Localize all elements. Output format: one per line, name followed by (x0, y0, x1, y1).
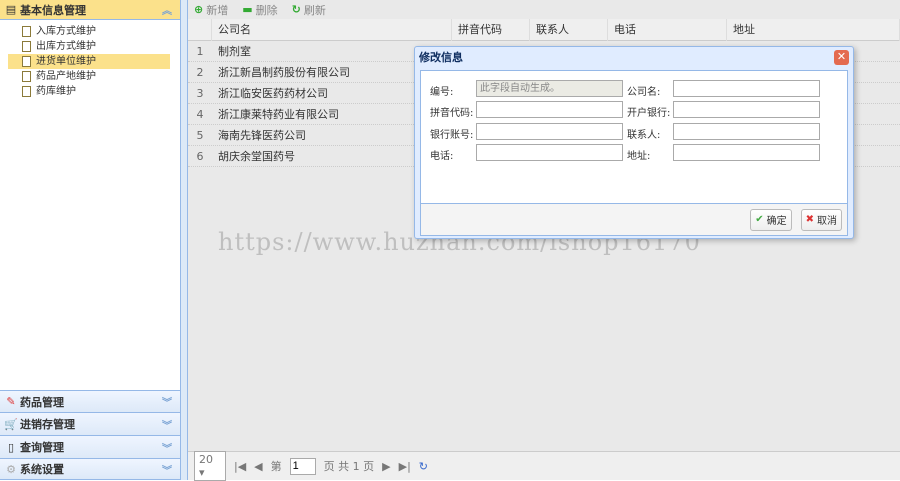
document-icon (22, 71, 31, 82)
folder-icon: ▤ (5, 3, 17, 16)
row-number: 4 (196, 107, 204, 121)
prev-page-button[interactable]: ◀ (254, 460, 262, 473)
company-input[interactable] (673, 80, 820, 97)
col-company[interactable]: 公司名 (212, 18, 452, 41)
accordion-query[interactable]: ▯ 查询管理 ︾ (0, 436, 180, 459)
splitter[interactable] (181, 0, 188, 480)
accordion-drug-management[interactable]: ✎ 药品管理 ︾ (0, 390, 180, 413)
tree-item[interactable]: 出库方式维护 (8, 39, 170, 54)
chevron-up-icon[interactable]: ︽ (162, 2, 172, 17)
grid-header: 公司名 拼音代码 联系人 电话 地址 (188, 18, 900, 41)
cancel-button[interactable]: ✖ 取消 (800, 208, 842, 231)
chevron-down-icon: ︾ (162, 398, 172, 409)
tree-item[interactable]: 入库方式维护 (8, 24, 170, 39)
page-size-select[interactable]: 20 ▾ (194, 451, 226, 481)
tree-item-selected[interactable]: 进货单位维护 (8, 54, 170, 69)
dialog-title-bar: 修改信息 ✕ (415, 47, 853, 69)
pill-icon: ✎ (6, 395, 16, 408)
edit-dialog: 修改信息 ✕ 编号: 此字段自动生成。 公司名: 拼音代码: 开户银行: 银行账号… (414, 46, 854, 239)
gear-icon: ⚙ (6, 462, 16, 476)
refresh-icon: ↻ (291, 3, 301, 16)
account-input[interactable] (476, 123, 623, 140)
row-number: 3 (196, 86, 204, 100)
ok-button[interactable]: ✔ 确定 (750, 208, 792, 231)
col-pinyin[interactable]: 拼音代码 (452, 18, 530, 41)
dialog-footer: ✔ 确定 ✖ 取消 (420, 204, 848, 236)
close-icon[interactable]: ✕ (834, 50, 849, 65)
accordion-basic-info[interactable]: ▤ 基本信息管理 ︽ (0, 0, 180, 20)
row-number: 2 (196, 65, 204, 79)
row-number: 1 (196, 44, 204, 58)
pagination: 20 ▾ |◀ ◀ 第 页 共 1 页 ▶ ▶| ↻ (188, 451, 900, 481)
id-field: 此字段自动生成。 (476, 80, 623, 97)
pinyin-input[interactable] (476, 101, 623, 118)
add-button[interactable]: ⊕ 新增 (194, 2, 228, 18)
last-page-button[interactable]: ▶| (399, 460, 411, 473)
check-icon: ✔ (755, 214, 764, 225)
chevron-down-icon: ︾ (162, 465, 172, 477)
cancel-x-icon: ✖ (805, 214, 814, 225)
sidebar: ▤ 基本信息管理 ︽ 入库方式维护 出库方式维护 进货单位维护 药品产地维护 药库维… (0, 0, 181, 480)
chevron-down-icon: ︾ (162, 420, 172, 432)
tree-item[interactable]: 药库维护 (8, 84, 170, 99)
page-input[interactable] (289, 457, 316, 475)
page-icon: ▯ (7, 440, 15, 454)
reload-icon[interactable]: ↻ (419, 460, 428, 473)
minus-icon: ▬ (242, 3, 253, 16)
tree-item[interactable]: 药品产地维护 (8, 69, 170, 84)
tree-menu: 入库方式维护 出库方式维护 进货单位维护 药品产地维护 药库维护 (8, 24, 170, 99)
row-number: 5 (196, 128, 204, 142)
bank-input[interactable] (673, 101, 820, 118)
col-address[interactable]: 地址 (727, 18, 900, 41)
address-input[interactable] (673, 144, 820, 161)
document-icon (22, 26, 31, 37)
col-contact[interactable]: 联系人 (530, 18, 608, 41)
document-icon (22, 41, 31, 52)
row-number: 6 (196, 149, 204, 163)
first-page-button[interactable]: |◀ (234, 460, 246, 473)
delete-button[interactable]: ▬ 删除 (242, 2, 277, 18)
dialog-body: 编号: 此字段自动生成。 公司名: 拼音代码: 开户银行: 银行账号: 联系人:… (420, 70, 848, 204)
plus-icon: ⊕ (194, 3, 204, 16)
next-page-button[interactable]: ▶ (382, 460, 390, 473)
contact-input[interactable] (673, 123, 820, 140)
col-phone[interactable]: 电话 (608, 18, 727, 41)
toolbar: ⊕ 新增 ▬ 删除 ↻ 刷新 (188, 0, 900, 19)
document-icon (22, 56, 31, 67)
cart-icon: 🛒 (4, 417, 18, 431)
phone-input[interactable] (476, 144, 623, 161)
chevron-down-icon: ︾ (162, 443, 172, 455)
refresh-button[interactable]: ↻ 刷新 (292, 2, 326, 18)
accordion-inventory[interactable]: 🛒 进销存管理 ︾ (0, 413, 180, 436)
accordion-settings[interactable]: ⚙ 系统设置 ︾ (0, 459, 180, 480)
document-icon (22, 86, 31, 97)
